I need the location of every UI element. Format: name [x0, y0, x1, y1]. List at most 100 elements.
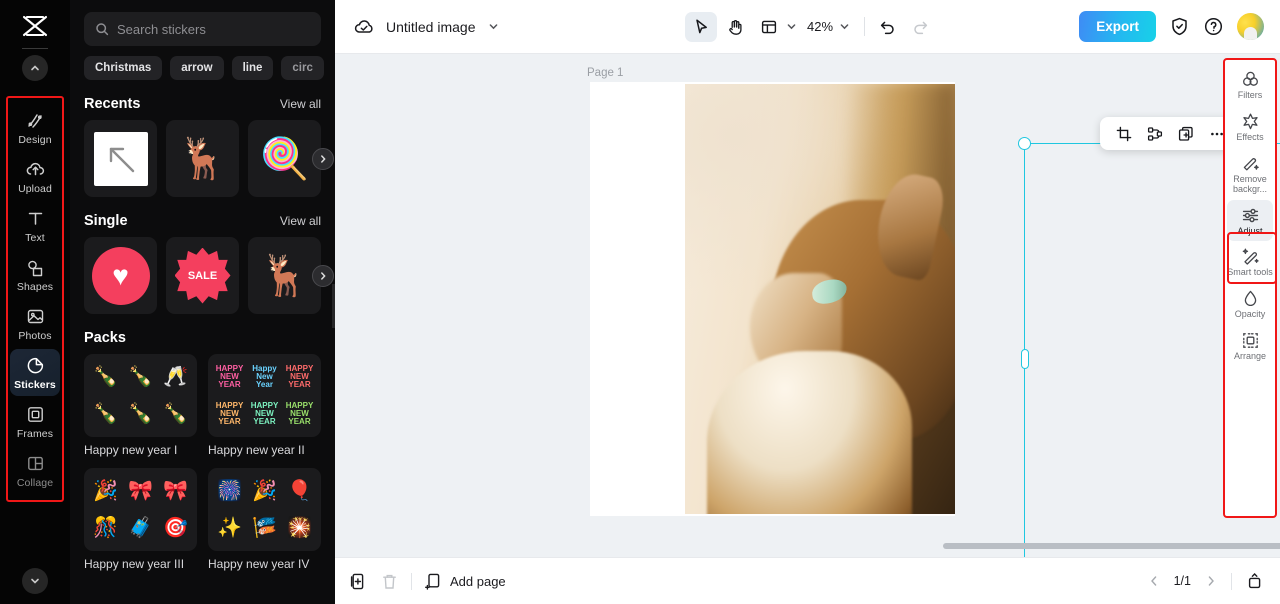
- zoom-control[interactable]: 42%: [807, 19, 851, 34]
- rail-scroll-down-button[interactable]: [22, 568, 48, 594]
- select-tool-button[interactable]: [684, 11, 717, 42]
- sidebar-item-smart-tools[interactable]: Smart tools: [1227, 241, 1273, 283]
- reindeer-face-sticker[interactable]: 🦌: [248, 237, 321, 314]
- hand-tool-button[interactable]: [719, 12, 751, 42]
- sidebar-item-effects[interactable]: Effects: [1227, 106, 1273, 148]
- bottom-divider: [411, 572, 412, 590]
- pack-card[interactable]: 🍾 🍾 🥂 🍾 🍾 🍾 Happy new year I: [84, 354, 197, 457]
- pack-thumbnail: 🎉 🎀 🎀 🎊 🧳 🎯: [84, 468, 197, 551]
- resize-handle-left[interactable]: [1021, 349, 1029, 369]
- view-all-link-recents[interactable]: View all: [280, 97, 321, 111]
- chip-arrow[interactable]: arrow: [170, 56, 224, 80]
- stickers-panel: Search stickers Christmas arrow line cir…: [70, 0, 335, 604]
- duplicate-page-icon[interactable]: [349, 572, 368, 591]
- shapes-icon: [25, 257, 46, 278]
- add-page-label: Add page: [450, 573, 506, 589]
- sidebar-item-adjust[interactable]: Adjust: [1227, 199, 1273, 242]
- sidebar-item-upload[interactable]: Upload: [10, 153, 60, 200]
- view-all-link-single[interactable]: View all: [280, 214, 321, 228]
- adjust-icon: [1241, 206, 1260, 225]
- sidebar-item-label: Arrange: [1233, 351, 1267, 362]
- undo-icon[interactable]: [878, 18, 896, 36]
- right-sidebar-highlight: Filters Effects Remove backgr... Adjust …: [1223, 58, 1277, 518]
- redo-icon[interactable]: [912, 18, 930, 36]
- add-page-button[interactable]: Add page: [424, 572, 506, 591]
- page-label: Page 1: [587, 67, 624, 79]
- main-area: Untitled image 42% Export Page 1 Add pag…: [335, 0, 1280, 604]
- upload-cloud-icon: [25, 159, 46, 180]
- search-stickers-box[interactable]: Search stickers: [84, 12, 321, 46]
- sidebar-item-frames[interactable]: Frames: [10, 398, 60, 445]
- sidebar-item-label: Design: [18, 134, 52, 146]
- chip-line[interactable]: line: [231, 56, 274, 80]
- sidebar-item-collage[interactable]: Collage: [10, 447, 60, 494]
- topbar-tools: 42%: [643, 11, 973, 42]
- effects-icon: [1241, 112, 1260, 131]
- sidebar-item-shapes[interactable]: Shapes: [10, 251, 60, 298]
- pack-thumbnail: 🍾 🍾 🥂 🍾 🍾 🍾: [84, 354, 197, 437]
- arrow-sticker[interactable]: [84, 120, 157, 197]
- search-icon: [96, 23, 109, 36]
- section-header-packs: Packs: [84, 330, 321, 346]
- sidebar-item-design[interactable]: Design: [10, 104, 60, 151]
- shield-check-icon[interactable]: [1169, 16, 1190, 37]
- export-button[interactable]: Export: [1079, 11, 1156, 42]
- right-sidebar: Filters Effects Remove backgr... Adjust …: [1225, 64, 1275, 367]
- sidebar-item-label: Smart tools: [1227, 267, 1273, 278]
- chip-christmas[interactable]: Christmas: [84, 56, 163, 80]
- canvas-area[interactable]: Page 1: [335, 54, 1280, 557]
- pack-name: Happy new year II: [208, 443, 305, 457]
- rail-scroll-up-button[interactable]: [22, 55, 48, 81]
- resize-handle-top-left[interactable]: [1018, 137, 1031, 150]
- sidebar-item-arrange[interactable]: Arrange: [1227, 325, 1273, 367]
- section-header-single: Single View all: [84, 213, 321, 229]
- pack-name: Happy new year III: [84, 557, 185, 571]
- panel-collapse-handle[interactable]: [332, 284, 335, 328]
- prev-page-icon[interactable]: [1147, 574, 1161, 588]
- sidebar-item-filters[interactable]: Filters: [1227, 64, 1273, 106]
- sidebar-item-photos[interactable]: Photos: [10, 300, 60, 347]
- layout-chevron-down-icon[interactable]: [785, 20, 798, 33]
- pack-card[interactable]: 🎆 🎉 🎈 ✨ 🎏 🎇 Happy new year IV: [208, 468, 321, 571]
- smart-tools-icon: [1241, 247, 1260, 266]
- swap-icon[interactable]: [1143, 122, 1167, 146]
- user-avatar[interactable]: [1237, 13, 1264, 40]
- trash-icon[interactable]: [380, 572, 399, 591]
- crop-icon[interactable]: [1112, 122, 1136, 146]
- pack-name: Happy new year IV: [208, 557, 310, 571]
- duplicate-icon[interactable]: [1174, 122, 1198, 146]
- document-title[interactable]: Untitled image: [386, 19, 476, 35]
- cat-image[interactable]: [685, 84, 955, 514]
- arrange-icon: [1241, 331, 1260, 350]
- layout-tool-button[interactable]: [753, 12, 785, 42]
- sidebar-item-opacity[interactable]: Opacity: [1227, 283, 1273, 325]
- single-row: ♥ SALE 🦌: [84, 237, 334, 314]
- sidebar-item-label: Upload: [18, 183, 52, 195]
- canvas-horizontal-scrollbar[interactable]: [943, 543, 1280, 549]
- reindeer-sticker[interactable]: 🦌: [166, 120, 239, 197]
- sidebar-item-stickers[interactable]: Stickers: [10, 349, 60, 396]
- bottom-toolbar: Add page 1/1: [335, 557, 1280, 604]
- capcut-logo[interactable]: [18, 13, 52, 39]
- sidebar-item-label: Photos: [18, 330, 52, 342]
- remove-bg-icon: [1241, 154, 1260, 173]
- candy-cane-sticker[interactable]: 🍭: [248, 120, 321, 197]
- chevron-down-icon[interactable]: [487, 20, 500, 33]
- pack-card[interactable]: 🎉 🎀 🎀 🎊 🧳 🎯 Happy new year III: [84, 468, 197, 571]
- single-next-button[interactable]: [312, 264, 334, 287]
- sidebar-item-remove-background[interactable]: Remove backgr...: [1227, 148, 1273, 200]
- chip-circle[interactable]: circ: [281, 56, 324, 80]
- filters-icon: [1241, 70, 1260, 89]
- expand-panel-icon[interactable]: [1245, 572, 1264, 591]
- heart-sticker[interactable]: ♥: [84, 237, 157, 314]
- sale-badge-sticker[interactable]: SALE: [166, 237, 239, 314]
- zoom-chevron-down-icon[interactable]: [838, 20, 851, 33]
- search-input-placeholder: Search stickers: [117, 21, 206, 37]
- sidebar-item-text[interactable]: Text: [10, 202, 60, 249]
- help-circle-icon[interactable]: [1203, 16, 1224, 37]
- recents-next-button[interactable]: [312, 147, 334, 170]
- sidebar-item-label: Collage: [16, 477, 54, 489]
- pack-card[interactable]: HAPPY NEW YEAR Happy New Year HAPPY NEW YEAR H…: [208, 354, 321, 457]
- top-toolbar: Untitled image 42% Export: [335, 0, 1280, 54]
- next-page-icon[interactable]: [1204, 574, 1218, 588]
